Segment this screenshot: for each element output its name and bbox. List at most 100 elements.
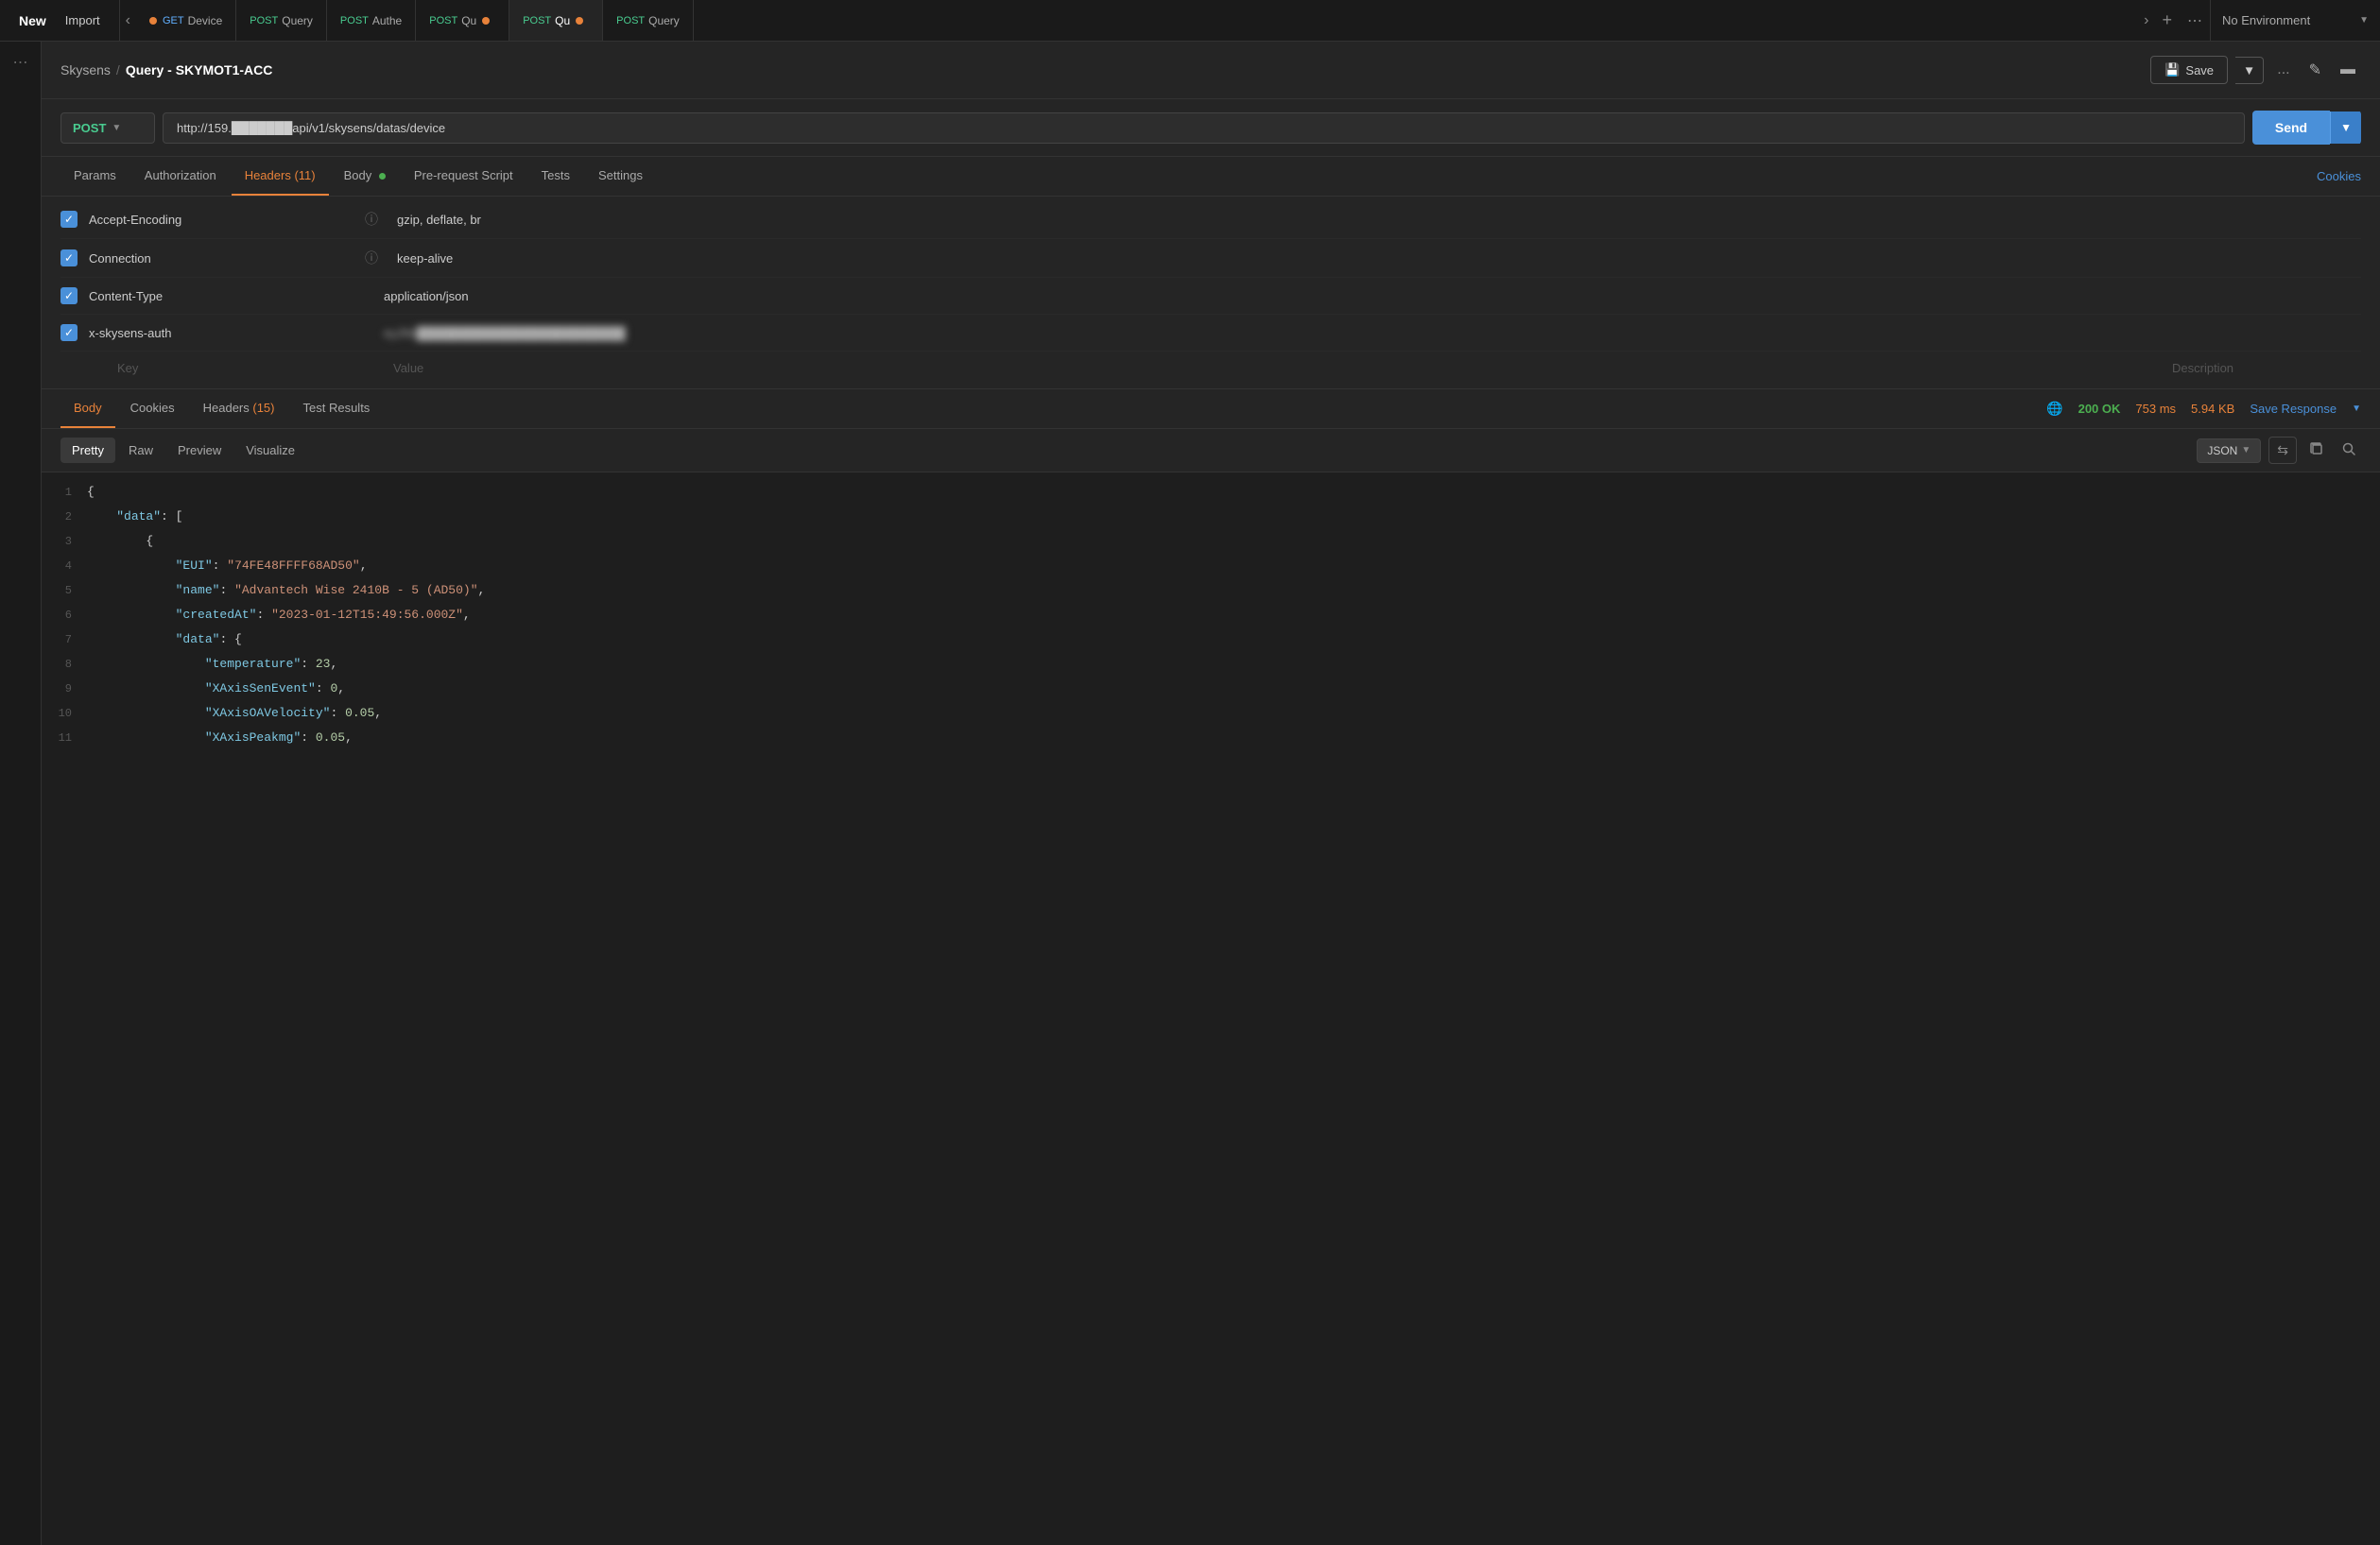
status-badge: 200 OK <box>2078 402 2121 416</box>
format-raw-label: Raw <box>129 443 153 457</box>
save-response-arrow[interactable]: ▼ <box>2352 403 2361 414</box>
request-tabs-nav: Params Authorization Headers (11) Body P… <box>42 157 2380 197</box>
code-line-2: 2 "data": [ <box>42 505 2380 529</box>
tab-pre-request[interactable]: Pre-request Script <box>401 157 526 196</box>
env-chevron-icon: ▼ <box>2359 15 2369 26</box>
resp-tab-test-results-label: Test Results <box>303 401 371 415</box>
tab-method-5: POST <box>523 15 551 26</box>
method-select[interactable]: POST ▼ <box>60 112 155 144</box>
response-tabs-bar: Body Cookies Headers (15) Test Results 🌐 <box>42 389 2380 429</box>
code-line-11: 11 "XAxisPeakmg": 0.05, <box>42 726 2380 750</box>
tabs-list: GET Device POST Query POST Authe POST Qu… <box>136 0 2138 41</box>
header-empty-desc-placeholder: Description <box>2172 361 2361 375</box>
json-format-label: JSON <box>2207 444 2237 457</box>
import-button[interactable]: Import <box>58 9 108 31</box>
tab-post-authe[interactable]: POST Authe <box>327 0 416 41</box>
tab-pre-request-label: Pre-request Script <box>414 168 513 182</box>
wrap-button[interactable]: ⇆ <box>2268 437 2297 464</box>
tab-authorization-label: Authorization <box>145 168 216 182</box>
top-bar-left: New Import <box>0 0 120 41</box>
format-tab-raw[interactable]: Raw <box>117 438 164 463</box>
breadcrumb-separator: / <box>116 62 120 77</box>
tab-settings-label: Settings <box>598 168 643 182</box>
tab-headers[interactable]: Headers (11) <box>232 157 329 196</box>
send-dropdown-button[interactable]: ▼ <box>2330 112 2361 144</box>
more-actions-button[interactable]: ... <box>2271 61 2295 78</box>
resp-tab-cookies[interactable]: Cookies <box>117 389 188 428</box>
line-content-5: "name": "Advantech Wise 2410B - 5 (AD50)… <box>87 580 2380 601</box>
header-empty-value-placeholder: Value <box>393 361 2161 375</box>
header-value-4: eyJhb████████████████████████ <box>384 326 2361 340</box>
env-selector[interactable]: No Environment ▼ <box>2210 0 2380 41</box>
format-tab-pretty[interactable]: Pretty <box>60 438 115 463</box>
breadcrumb-request-name: Query - SKYMOT1-ACC <box>126 62 273 77</box>
new-tab-button[interactable]: + <box>2154 10 2180 30</box>
line-num-2: 2 <box>42 506 87 527</box>
search-response-button[interactable] <box>2337 437 2361 464</box>
header-checkbox-2[interactable]: ✓ <box>60 249 78 266</box>
resp-headers-badge: (15) <box>252 401 274 415</box>
cookies-link[interactable]: Cookies <box>2317 158 2361 195</box>
header-actions: 💾 Save ▼ ... ✎ ▬ <box>2150 55 2361 85</box>
tab-dot-1 <box>149 17 157 25</box>
tab-body-dot <box>379 173 386 180</box>
header-checkbox-1[interactable]: ✓ <box>60 211 78 228</box>
resp-tab-body[interactable]: Body <box>60 389 115 428</box>
tab-dot-4 <box>482 17 490 25</box>
code-area[interactable]: 1 { 2 "data": [ 3 { 4 "EUI": "74FE48FFFF… <box>42 472 2380 1545</box>
tab-body[interactable]: Body <box>331 157 399 196</box>
line-num-4: 4 <box>42 556 87 576</box>
request-header: Skysens / Query - SKYMOT1-ACC 💾 Save ▼ .… <box>42 42 2380 99</box>
more-tabs-button[interactable]: ⋯ <box>2180 11 2210 30</box>
tab-name-6: Query <box>648 14 680 27</box>
sidebar-mini: ⋯ <box>0 42 42 1545</box>
tab-post-query-2[interactable]: POST Query <box>603 0 694 41</box>
tab-params[interactable]: Params <box>60 157 129 196</box>
resp-tab-test-results[interactable]: Test Results <box>290 389 384 428</box>
tab-headers-badge: (11) <box>294 168 315 182</box>
save-button[interactable]: 💾 Save <box>2150 56 2228 84</box>
url-bar: POST ▼ Send ▼ <box>42 99 2380 157</box>
header-checkbox-4[interactable]: ✓ <box>60 324 78 341</box>
tab-tests-label: Tests <box>542 168 570 182</box>
sidebar-more-icon[interactable]: ⋯ <box>13 53 28 72</box>
save-response-button[interactable]: Save Response <box>2250 402 2337 416</box>
sidebar-panel-button[interactable]: ▬ <box>2335 56 2361 84</box>
header-checkbox-3[interactable]: ✓ <box>60 287 78 304</box>
format-visualize-label: Visualize <box>246 443 295 457</box>
format-tab-preview[interactable]: Preview <box>166 438 233 463</box>
code-line-3: 3 { <box>42 529 2380 554</box>
url-input[interactable] <box>163 112 2245 144</box>
header-row-connection: ✓ Connection ⓘ keep-alive <box>60 239 2361 278</box>
save-dropdown-button[interactable]: ▼ <box>2235 57 2264 84</box>
tabs-prev-button[interactable]: ‹ <box>120 12 136 29</box>
tab-post-query-1[interactable]: POST Query <box>236 0 327 41</box>
json-format-select[interactable]: JSON ▼ <box>2197 438 2261 463</box>
send-button[interactable]: Send <box>2252 111 2330 145</box>
code-line-10: 10 "XAxisOAVelocity": 0.05, <box>42 701 2380 726</box>
tabs-next-button[interactable]: › <box>2138 12 2154 29</box>
tab-get-device[interactable]: GET Device <box>136 0 236 41</box>
header-value-3: application/json <box>384 289 2361 303</box>
tab-settings[interactable]: Settings <box>585 157 656 196</box>
code-line-5: 5 "name": "Advantech Wise 2410B - 5 (AD5… <box>42 578 2380 603</box>
line-content-1: { <box>87 482 2380 503</box>
method-chevron-icon: ▼ <box>112 123 121 133</box>
new-button[interactable]: New <box>11 9 54 32</box>
checkmark-3: ✓ <box>64 289 74 302</box>
edit-icon-button[interactable]: ✎ <box>2303 55 2327 85</box>
tab-name-4: Qu <box>461 14 476 27</box>
tab-post-qu-1[interactable]: POST Qu <box>416 0 509 41</box>
line-num-9: 9 <box>42 678 87 699</box>
tab-method-6: POST <box>616 15 645 26</box>
tab-post-qu-2-active[interactable]: POST Qu <box>509 0 603 41</box>
line-num-10: 10 <box>42 703 87 724</box>
tab-authorization[interactable]: Authorization <box>131 157 230 196</box>
save-icon: 💾 <box>2164 62 2180 77</box>
resp-tab-headers[interactable]: Headers (15) <box>190 389 288 428</box>
line-num-8: 8 <box>42 654 87 675</box>
tab-tests[interactable]: Tests <box>528 157 583 196</box>
breadcrumb: Skysens / Query - SKYMOT1-ACC <box>60 62 272 77</box>
format-tab-visualize[interactable]: Visualize <box>234 438 306 463</box>
copy-response-button[interactable] <box>2304 437 2329 464</box>
